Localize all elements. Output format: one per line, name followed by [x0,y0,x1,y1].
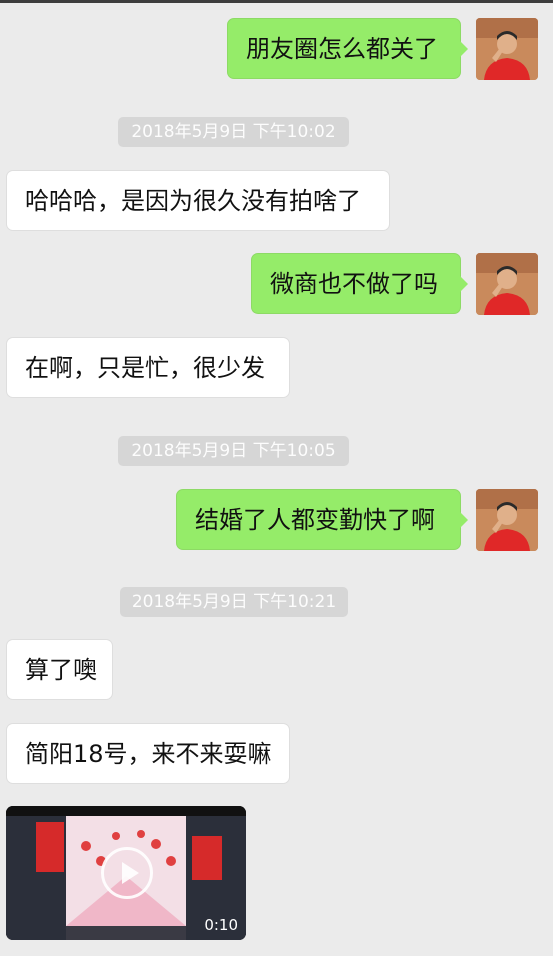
avatar-photo [476,253,538,315]
message-text: 算了噢 [25,656,97,684]
avatar[interactable] [476,489,538,551]
timestamp: 2018年5月9日 下午10:05 [118,436,349,466]
message-text: 简阳18号，来不来耍嘛 [25,740,272,768]
message-bubble-received[interactable]: 简阳18号，来不来耍嘛 [6,723,290,784]
message-bubble-received[interactable]: 哈哈哈，是因为很久没有拍啥了 [6,170,390,231]
video-duration: 0:10 [204,916,238,934]
message-bubble-received[interactable]: 在啊，只是忙，很少发 [6,337,290,398]
timestamp: 2018年5月9日 下午10:21 [120,587,348,617]
avatar[interactable] [476,253,538,315]
message-bubble-sent[interactable]: 结婚了人都变勤快了啊 [176,489,468,550]
message-text: 在啊，只是忙，很少发 [25,354,265,382]
message-bubble-sent[interactable]: 朋友圈怎么都关了 [227,18,468,79]
timestamp: 2018年5月9日 下午10:02 [118,117,349,147]
avatar-photo [476,489,538,551]
video-message[interactable]: 0:10 [6,806,246,940]
avatar-photo [476,18,538,80]
message-text: 朋友圈怎么都关了 [246,35,438,63]
play-icon[interactable] [101,847,153,899]
message-text: 哈哈哈，是因为很久没有拍啥了 [25,187,361,215]
message-bubble-received[interactable]: 算了噢 [6,639,113,700]
message-bubble-sent[interactable]: 微商也不做了吗 [251,253,468,314]
top-edge [0,0,553,3]
avatar[interactable] [476,18,538,80]
message-text: 微商也不做了吗 [270,270,438,298]
message-text: 结婚了人都变勤快了啊 [195,506,435,534]
